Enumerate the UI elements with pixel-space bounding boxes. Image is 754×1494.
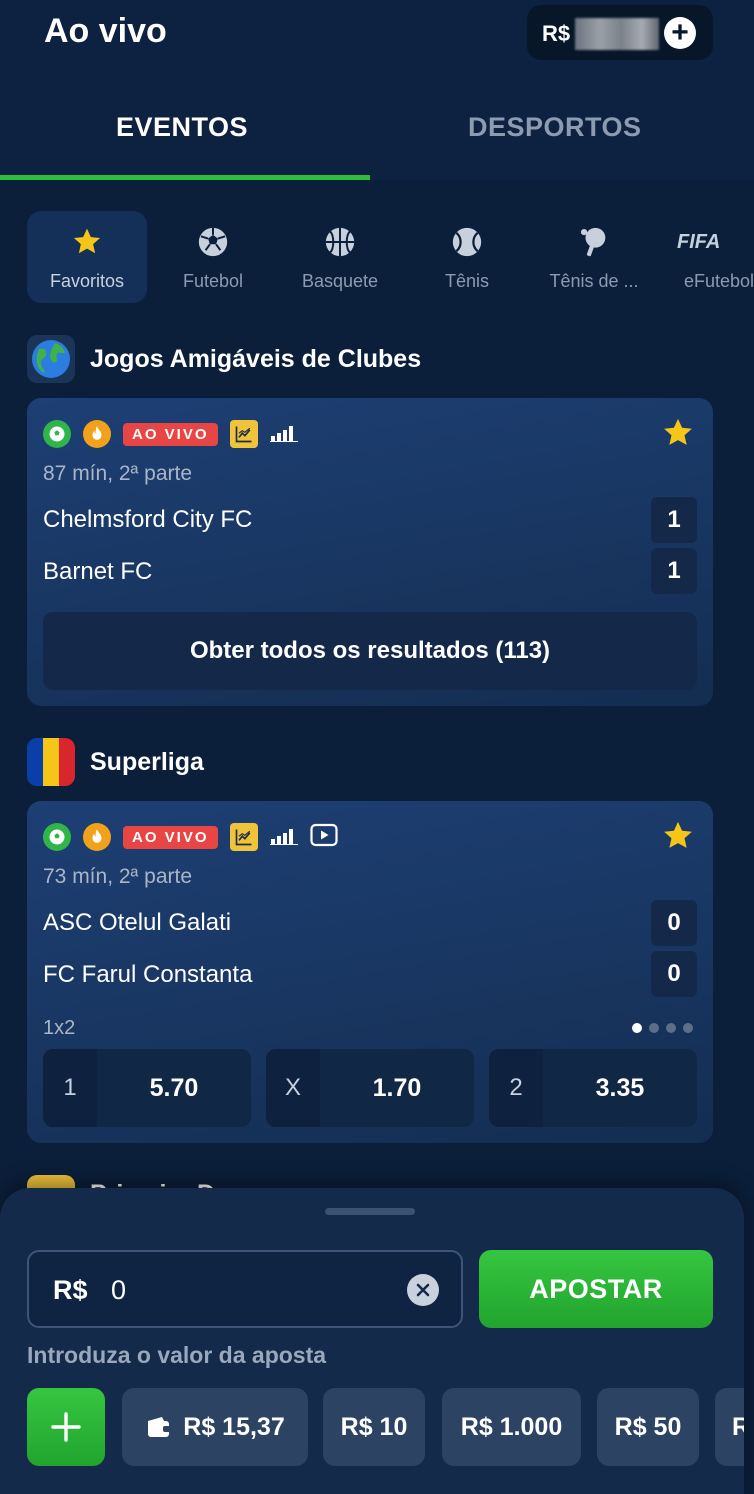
quick-amount-chip[interactable]: R$ 50 <box>597 1388 699 1466</box>
ping-pong-icon <box>534 225 654 259</box>
market-pager-dots[interactable] <box>632 1023 693 1033</box>
basketball-icon <box>280 225 400 259</box>
quick-amount-balance[interactable]: R$ 15,37 <box>122 1388 308 1466</box>
score-home: 1 <box>651 497 697 543</box>
plus-icon <box>51 1412 81 1442</box>
all-results-button[interactable]: Obter todos os resultados (113) <box>43 612 697 690</box>
quick-amount-chip[interactable]: R$ 100 <box>715 1388 744 1466</box>
score-away: 0 <box>651 951 697 997</box>
league-name: Jogos Amigáveis de Clubes <box>90 345 422 373</box>
team-away: Barnet FC <box>43 558 153 585</box>
active-tab-indicator <box>0 175 370 180</box>
soccer-ball-icon <box>153 225 273 259</box>
live-badge: AO VIVO <box>123 825 218 849</box>
match-badges: AO VIVO <box>43 823 338 851</box>
fire-icon <box>83 823 111 851</box>
category-efutebol[interactable]: FIFA eFutebol <box>661 211 754 303</box>
market-label: 1x2 <box>43 1017 76 1039</box>
soccer-ball-icon <box>43 823 71 851</box>
signal-bars-icon[interactable] <box>269 825 298 850</box>
add-amount-button[interactable] <box>27 1388 105 1466</box>
team-away: FC Farul Constanta <box>43 961 253 988</box>
tennis-ball-icon <box>407 225 527 259</box>
globe-icon <box>27 335 75 383</box>
tab-desportos[interactable]: DESPORTOS <box>468 112 642 143</box>
odd-button-home[interactable]: 1 5.70 <box>43 1049 251 1127</box>
stake-input[interactable]: R$ 0 <box>27 1250 463 1328</box>
category-label: Tênis de ... <box>549 271 639 291</box>
quick-amount-chip[interactable]: R$ 10 <box>323 1388 425 1466</box>
soccer-ball-icon <box>43 420 71 448</box>
team-home: ASC Otelul Galati <box>43 909 232 936</box>
page-title: Ao vivo <box>44 12 167 50</box>
fire-icon <box>83 420 111 448</box>
balance-currency: R$ <box>542 21 571 46</box>
balance-amount-hidden <box>575 18 659 50</box>
place-bet-button[interactable]: APOSTAR <box>479 1250 713 1328</box>
odd-button-away[interactable]: 2 3.35 <box>489 1049 697 1127</box>
video-play-icon[interactable] <box>309 823 338 852</box>
romania-flag-icon <box>27 738 75 786</box>
signal-bars-icon[interactable] <box>269 422 298 447</box>
team-home: Chelmsford City FC <box>43 506 253 533</box>
quick-amount-chip[interactable]: R$ 1.000 <box>442 1388 581 1466</box>
tab-eventos[interactable]: EVENTOS <box>116 112 248 143</box>
live-badge: AO VIVO <box>123 422 218 446</box>
category-label: Basquete <box>301 271 379 291</box>
stake-currency: R$ <box>53 1275 88 1305</box>
fifa-icon: FIFA <box>677 230 721 253</box>
category-futebol[interactable]: Futebol <box>153 211 273 303</box>
deposit-plus-icon[interactable]: + <box>664 17 696 49</box>
header: Ao vivo R$ + EVENTOS DESPORTOS <box>0 0 754 180</box>
score-away: 1 <box>651 548 697 594</box>
category-label: Favoritos <box>49 271 125 291</box>
star-icon <box>27 225 147 259</box>
category-label: Tênis <box>444 271 489 291</box>
stats-chart-icon[interactable] <box>229 420 258 448</box>
match-card[interactable]: AO VIVO 87 mín, 2ª parte Chelmsford City… <box>27 398 713 706</box>
match-card[interactable]: AO VIVO 73 mín, 2ª parte ASC Otelul Gala… <box>27 801 713 1143</box>
balance-widget[interactable]: R$ + <box>527 5 713 60</box>
bet-slip-sheet: R$ 0 APOSTAR Introduza o valor da aposta… <box>0 1188 744 1494</box>
favorite-star-icon[interactable] <box>661 819 695 858</box>
match-time: 73 mín, 2ª parte <box>43 865 193 888</box>
stake-value[interactable]: 0 <box>111 1275 126 1306</box>
score-home: 0 <box>651 900 697 946</box>
odd-button-draw[interactable]: X 1.70 <box>266 1049 474 1127</box>
category-basquete[interactable]: Basquete <box>280 211 400 303</box>
category-label: eFutebol <box>684 271 754 291</box>
category-favoritos[interactable]: Favoritos <box>27 211 147 303</box>
match-badges: AO VIVO <box>43 420 298 448</box>
stats-chart-icon[interactable] <box>229 823 258 851</box>
wallet-icon <box>148 1417 172 1437</box>
league-name: Superliga <box>90 748 204 776</box>
category-label: Futebol <box>182 271 244 291</box>
match-time: 87 mín, 2ª parte <box>43 462 193 485</box>
category-tenis[interactable]: Tênis <box>407 211 527 303</box>
category-tenis-de-mesa[interactable]: Tênis de ... <box>534 211 654 303</box>
sheet-drag-handle[interactable] <box>325 1208 415 1215</box>
clear-icon[interactable] <box>407 1274 439 1306</box>
favorite-star-icon[interactable] <box>661 416 695 455</box>
stake-hint: Introduza o valor da aposta <box>27 1342 327 1368</box>
